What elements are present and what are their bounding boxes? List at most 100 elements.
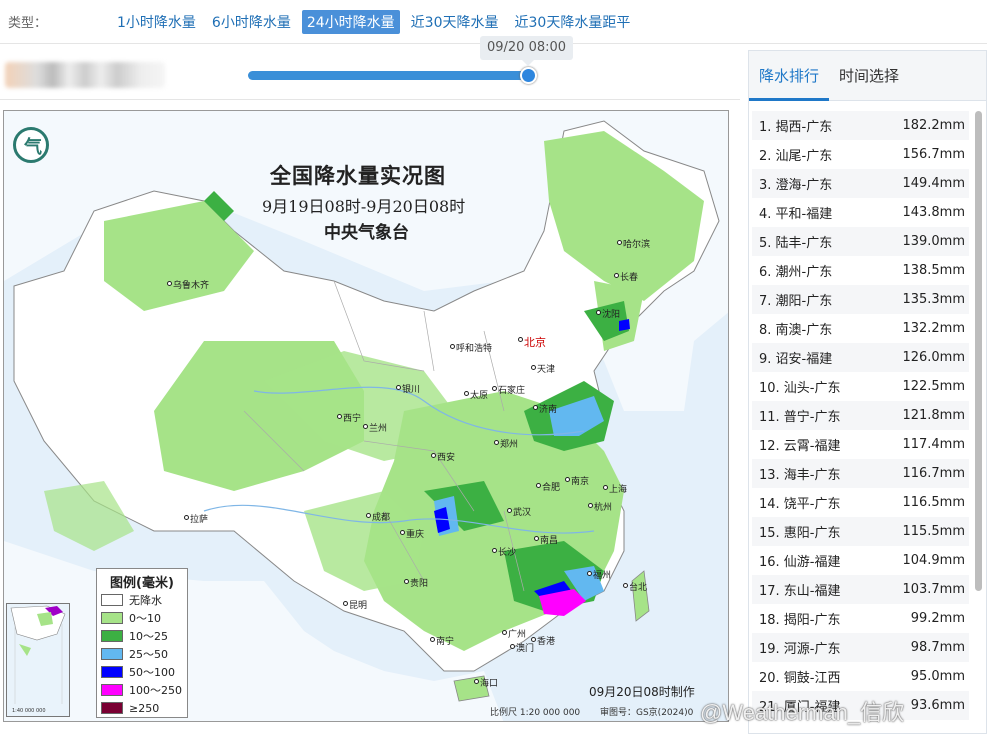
list-item[interactable]: 12. 云霄-福建 117.4mm	[752, 430, 969, 459]
list-item[interactable]: 7. 潮阳-广东 135.3mm	[752, 285, 969, 314]
rank-station: 1. 揭西-广东	[759, 120, 833, 135]
legend-swatch	[101, 612, 123, 624]
rank-station: 9. 诏安-福建	[759, 352, 833, 367]
city-shijiazhuang: 石家庄	[491, 383, 525, 396]
list-item[interactable]: 2. 汕尾-广东 156.7mm	[752, 140, 969, 169]
list-item[interactable]: 4. 平和-福建 143.8mm	[752, 198, 969, 227]
list-item[interactable]: 16. 仙游-福建 104.9mm	[752, 546, 969, 575]
tab-30d-precip[interactable]: 近30天降水量	[406, 10, 504, 34]
rank-station: 15. 惠阳-广东	[759, 526, 841, 541]
ranking-scrollbar[interactable]	[975, 111, 982, 591]
list-item[interactable]: 3. 澄海-广东 149.4mm	[752, 169, 969, 198]
city-macau: 澳门	[509, 641, 534, 654]
list-item[interactable]: 20. 铜鼓-江西 95.0mm	[752, 662, 969, 691]
list-item[interactable]: 10. 汕头-广东 122.5mm	[752, 372, 969, 401]
list-item[interactable]: 18. 揭阳-广东 99.2mm	[752, 604, 969, 633]
city-nanchang: 南昌	[533, 533, 558, 546]
legend-item: 10～25	[101, 627, 183, 645]
tab-6h-precip[interactable]: 6小时降水量	[207, 10, 296, 34]
city-nanning: 南宁	[429, 634, 454, 647]
rank-station: 6. 潮州-广东	[759, 265, 833, 280]
city-tianjin: 天津	[530, 362, 555, 375]
time-slider-handle[interactable]	[519, 67, 537, 84]
rank-station: 18. 揭阳-广东	[759, 613, 841, 628]
map-subtitle: 9月19日08时-9月20日08时	[262, 197, 466, 216]
rank-value: 116.7mm	[902, 466, 965, 481]
rank-value: 116.5mm	[902, 495, 965, 510]
legend-title: 图例(毫米)	[110, 576, 174, 591]
rank-station: 14. 饶平-广东	[759, 497, 841, 512]
rank-station: 5. 陆丰-广东	[759, 236, 833, 251]
tab-precip-ranking[interactable]: 降水排行	[749, 51, 830, 101]
list-item[interactable]: 8. 南澳-广东 132.2mm	[752, 314, 969, 343]
legend-label: 25～50	[129, 648, 168, 661]
city-nanjing: 南京	[564, 474, 589, 487]
rank-station: 16. 仙游-福建	[759, 555, 841, 570]
rank-value: 121.8mm	[902, 408, 965, 423]
legend-label: 无降水	[129, 594, 162, 607]
tab-time-select[interactable]: 时间选择	[829, 51, 909, 101]
legend-swatch	[101, 666, 123, 678]
city-haikou: 海口	[473, 676, 498, 689]
rank-value: 93.6mm	[910, 698, 965, 713]
legend-swatch	[101, 648, 123, 660]
rank-station: 17. 东山-福建	[759, 584, 841, 599]
list-item[interactable]: 17. 东山-福建 103.7mm	[752, 575, 969, 604]
list-item[interactable]: 5. 陆丰-广东 139.0mm	[752, 227, 969, 256]
city-jinan: 济南	[532, 402, 557, 415]
map-made-time: 09月20日08时制作	[589, 685, 695, 699]
legend-label: ≥250	[129, 701, 160, 715]
rank-value: 182.2mm	[902, 118, 965, 133]
rank-value: 132.2mm	[902, 321, 965, 336]
tab-24h-precip[interactable]: 24小时降水量	[301, 9, 400, 34]
rank-value: 95.0mm	[910, 669, 965, 684]
legend-swatch	[101, 684, 123, 696]
list-item[interactable]: 11. 普宁-广东 121.8mm	[752, 401, 969, 430]
legend-item: 无降水	[101, 591, 183, 609]
list-item[interactable]: 1. 揭西-广东 182.2mm	[752, 111, 969, 140]
rank-station: 10. 汕头-广东	[759, 381, 841, 396]
city-chengdu: 成都	[365, 510, 390, 523]
list-item[interactable]: 9. 诏安-福建 126.0mm	[752, 343, 969, 372]
legend-label: 0～10	[129, 612, 161, 625]
city-fuzhou: 福州	[586, 568, 611, 581]
map-title: 全国降水量实况图	[270, 163, 446, 188]
rank-value: 117.4mm	[902, 437, 965, 452]
city-xian: 西安	[430, 450, 455, 463]
city-xining: 西宁	[336, 411, 361, 424]
list-item[interactable]: 14. 饶平-广东 116.5mm	[752, 488, 969, 517]
city-changsha: 长沙	[491, 545, 516, 558]
rank-station: 4. 平和-福建	[759, 207, 833, 222]
tab-1h-precip[interactable]: 1小时降水量	[112, 10, 201, 34]
rank-value: 103.7mm	[902, 582, 965, 597]
rank-value: 143.8mm	[902, 205, 965, 220]
city-zhengzhou: 郑州	[493, 437, 518, 450]
list-item[interactable]: 13. 海丰-广东 116.7mm	[752, 459, 969, 488]
rank-value: 98.7mm	[910, 640, 965, 655]
city-hangzhou: 杭州	[587, 500, 612, 513]
map-agency: 中央气象台	[324, 223, 409, 243]
city-harbin: 哈尔滨	[616, 237, 650, 250]
time-slider-track[interactable]	[248, 71, 530, 80]
rank-value: 122.5mm	[902, 379, 965, 394]
rank-station: 12. 云霄-福建	[759, 439, 841, 454]
city-guangzhou: 广州	[501, 627, 526, 640]
list-item[interactable]: 15. 惠阳-广东 115.5mm	[752, 517, 969, 546]
tab-30d-anomaly[interactable]: 近30天降水量距平	[510, 10, 636, 34]
list-item[interactable]: 6. 潮州-广东 138.5mm	[752, 256, 969, 285]
inset-scale: 1:40 000 000	[12, 708, 46, 714]
list-item[interactable]: 19. 河源-广东 98.7mm	[752, 633, 969, 662]
panel-tabs: 降水排行 时间选择	[749, 51, 986, 101]
legend-item: ≥250	[101, 699, 183, 717]
type-tabs: 1小时降水量 6小时降水量 24小时降水量 近30天降水量 近30天降水量距平	[112, 9, 636, 34]
legend-item: 100～250	[101, 681, 183, 699]
legend-label: 10～25	[129, 630, 168, 643]
rank-value: 149.4mm	[902, 176, 965, 191]
city-hohhot: 呼和浩特	[449, 341, 492, 354]
rank-station: 13. 海丰-广东	[759, 468, 841, 483]
map-review-number: 审图号：GS京(2024)0	[600, 708, 694, 718]
rank-value: 104.9mm	[902, 553, 965, 568]
south-china-sea-inset	[6, 603, 70, 717]
rank-station: 19. 河源-广东	[759, 642, 841, 657]
city-urumqi: 乌鲁木齐	[166, 278, 209, 291]
